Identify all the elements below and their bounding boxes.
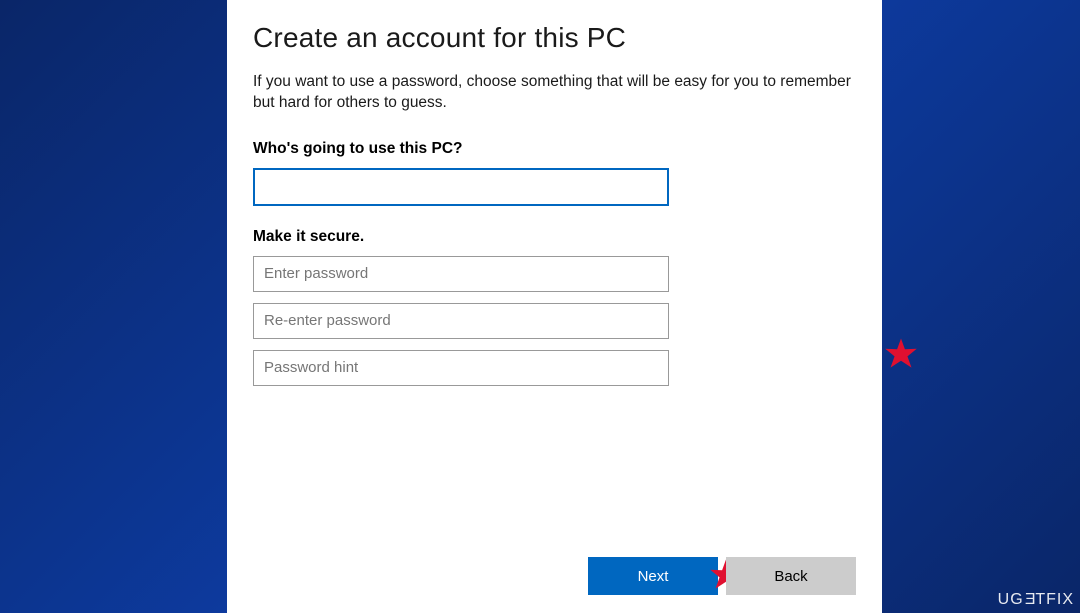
password-group: Make it secure. [253,228,856,386]
username-input[interactable] [253,168,669,206]
create-account-dialog: Create an account for this PC If you wan… [227,0,882,613]
password-section-label: Make it secure. [253,228,856,246]
next-button-label: Next [638,568,669,585]
watermark-flip: E [1024,591,1036,609]
watermark-part: UG [998,591,1024,608]
dialog-title: Create an account for this PC [253,22,856,54]
password-input[interactable] [253,256,669,292]
username-group: Who's going to use this PC? [253,140,856,206]
back-button[interactable]: Back [726,557,856,595]
watermark-part: TFIX [1035,591,1074,608]
watermark: UGETFIX [998,591,1074,609]
star-icon [883,337,919,373]
button-bar: Next Back [588,557,856,595]
next-button[interactable]: Next [588,557,718,595]
back-button-label: Back [774,568,807,585]
dialog-description: If you want to use a password, choose so… [253,72,856,114]
confirm-password-input[interactable] [253,303,669,339]
password-hint-input[interactable] [253,350,669,386]
username-label: Who's going to use this PC? [253,140,856,158]
